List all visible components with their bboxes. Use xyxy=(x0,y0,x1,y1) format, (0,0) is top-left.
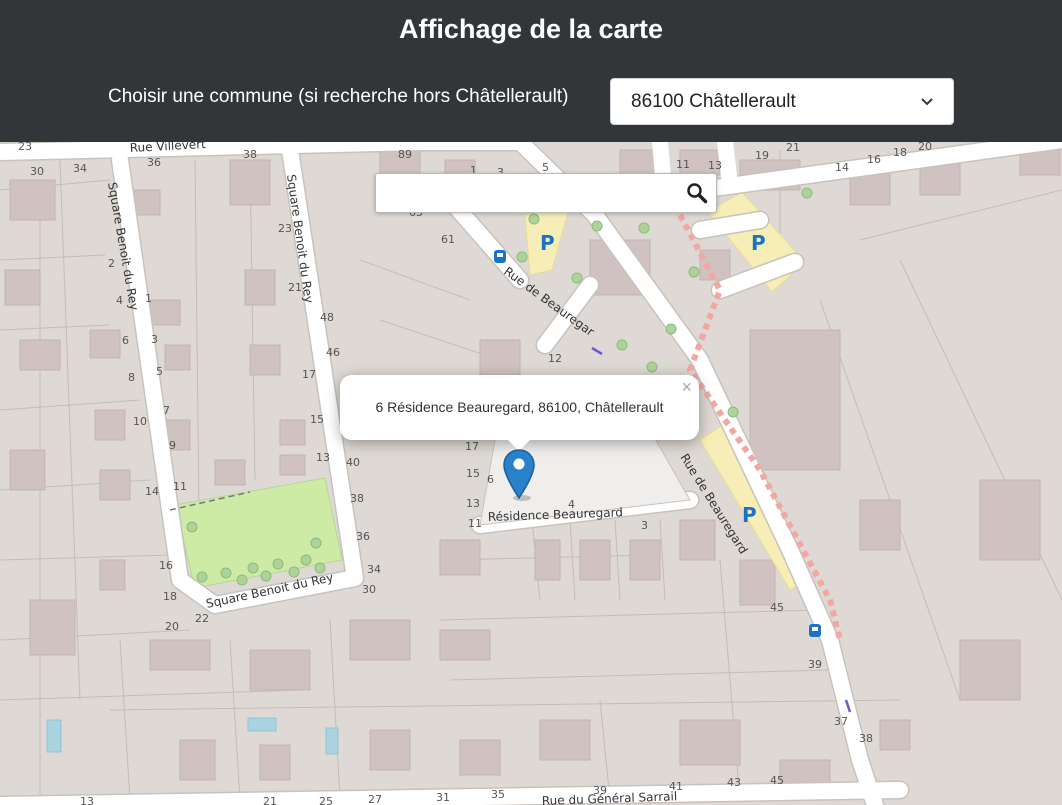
house-number: 4 xyxy=(568,498,575,511)
parking-icon: P xyxy=(751,231,766,255)
house-number: 45 xyxy=(770,601,784,614)
house-number: 14 xyxy=(145,485,159,498)
map-view[interactable]: P P P Rue Villevert Square Benoit du Rey… xyxy=(0,142,1062,805)
house-number: 13 xyxy=(466,497,480,510)
house-number: 11 xyxy=(468,517,482,530)
bus-stop-icon xyxy=(809,624,821,637)
search-input[interactable] xyxy=(376,174,676,212)
app-header: Affichage de la carte Choisir une commun… xyxy=(0,0,1062,142)
house-number: 89 xyxy=(398,148,412,161)
commune-select-value: 86100 Châtellerault xyxy=(631,90,796,112)
house-number: 27 xyxy=(368,793,382,805)
house-number: 40 xyxy=(346,456,360,469)
house-number: 11 xyxy=(173,480,187,493)
house-number: 25 xyxy=(319,795,333,805)
house-number: 30 xyxy=(30,165,44,178)
house-number: 13 xyxy=(708,159,722,172)
commune-select[interactable]: 86100 Châtellerault xyxy=(610,78,954,125)
house-number: 37 xyxy=(834,715,848,728)
house-number: 21 xyxy=(263,795,277,805)
house-number: 7 xyxy=(163,404,170,417)
house-number: 2 xyxy=(108,257,115,270)
house-number: 3 xyxy=(641,519,648,532)
bus-stop-icon xyxy=(494,250,506,263)
house-number: 39 xyxy=(808,658,822,671)
house-number: 31 xyxy=(436,791,450,804)
chevron-down-icon xyxy=(921,94,933,109)
house-number: 46 xyxy=(326,346,340,359)
house-number: 8 xyxy=(128,371,135,384)
popup-address: 6 Résidence Beauregard, 86100, Châteller… xyxy=(375,399,664,415)
house-number: 1 xyxy=(145,292,152,305)
house-number: 21 xyxy=(288,281,302,294)
house-number: 39 xyxy=(593,784,607,797)
house-number: 16 xyxy=(867,153,881,166)
house-number: 45 xyxy=(770,774,784,787)
house-number: 9 xyxy=(169,439,176,452)
house-number: 43 xyxy=(727,776,741,789)
house-number: 35 xyxy=(491,788,505,801)
house-number: 18 xyxy=(163,590,177,603)
house-number: 34 xyxy=(367,563,381,576)
house-number: 17 xyxy=(302,368,316,381)
commune-label: Choisir une commune (si recherche hors C… xyxy=(108,86,569,107)
address-search[interactable] xyxy=(375,173,717,213)
house-number: 41 xyxy=(669,780,683,793)
house-number: 36 xyxy=(356,530,370,543)
page-title: Affichage de la carte xyxy=(398,14,664,44)
house-number: 22 xyxy=(195,612,209,625)
house-number: 15 xyxy=(310,413,324,426)
parking-icon: P xyxy=(540,231,555,255)
house-number: 23 xyxy=(18,142,32,153)
house-number: 38 xyxy=(243,148,257,161)
house-number: 23 xyxy=(278,222,292,235)
house-number: 38 xyxy=(350,492,364,505)
house-number: 17 xyxy=(465,440,479,453)
house-number: 6 xyxy=(122,334,129,347)
location-marker-icon[interactable] xyxy=(502,448,536,502)
house-number: 14 xyxy=(835,161,849,174)
search-icon[interactable] xyxy=(686,182,708,204)
house-number: 34 xyxy=(73,162,87,175)
parking-icon: P xyxy=(742,503,757,527)
house-number: 48 xyxy=(320,311,334,324)
house-number: 12 xyxy=(548,352,562,365)
house-number: 11 xyxy=(676,158,690,171)
close-icon[interactable]: × xyxy=(681,377,692,398)
house-number: 15 xyxy=(466,467,480,480)
house-number: 19 xyxy=(755,149,769,162)
house-number: 4 xyxy=(116,294,123,307)
house-number: 21 xyxy=(786,142,800,154)
house-number: 10 xyxy=(133,415,147,428)
house-number: 13 xyxy=(80,795,94,805)
house-number: 3 xyxy=(151,333,158,346)
house-number: 5 xyxy=(156,365,163,378)
house-number: 38 xyxy=(859,732,873,745)
house-number: 6 xyxy=(487,473,494,486)
house-number: 20 xyxy=(165,620,179,633)
address-popup: 6 Résidence Beauregard, 86100, Châteller… xyxy=(340,375,699,440)
house-number: 30 xyxy=(362,583,376,596)
house-number: 36 xyxy=(147,156,161,169)
house-number: 61 xyxy=(441,233,455,246)
house-number: 18 xyxy=(893,146,907,159)
house-number: 20 xyxy=(918,142,932,153)
house-number: 13 xyxy=(316,451,330,464)
house-number: 16 xyxy=(159,559,173,572)
